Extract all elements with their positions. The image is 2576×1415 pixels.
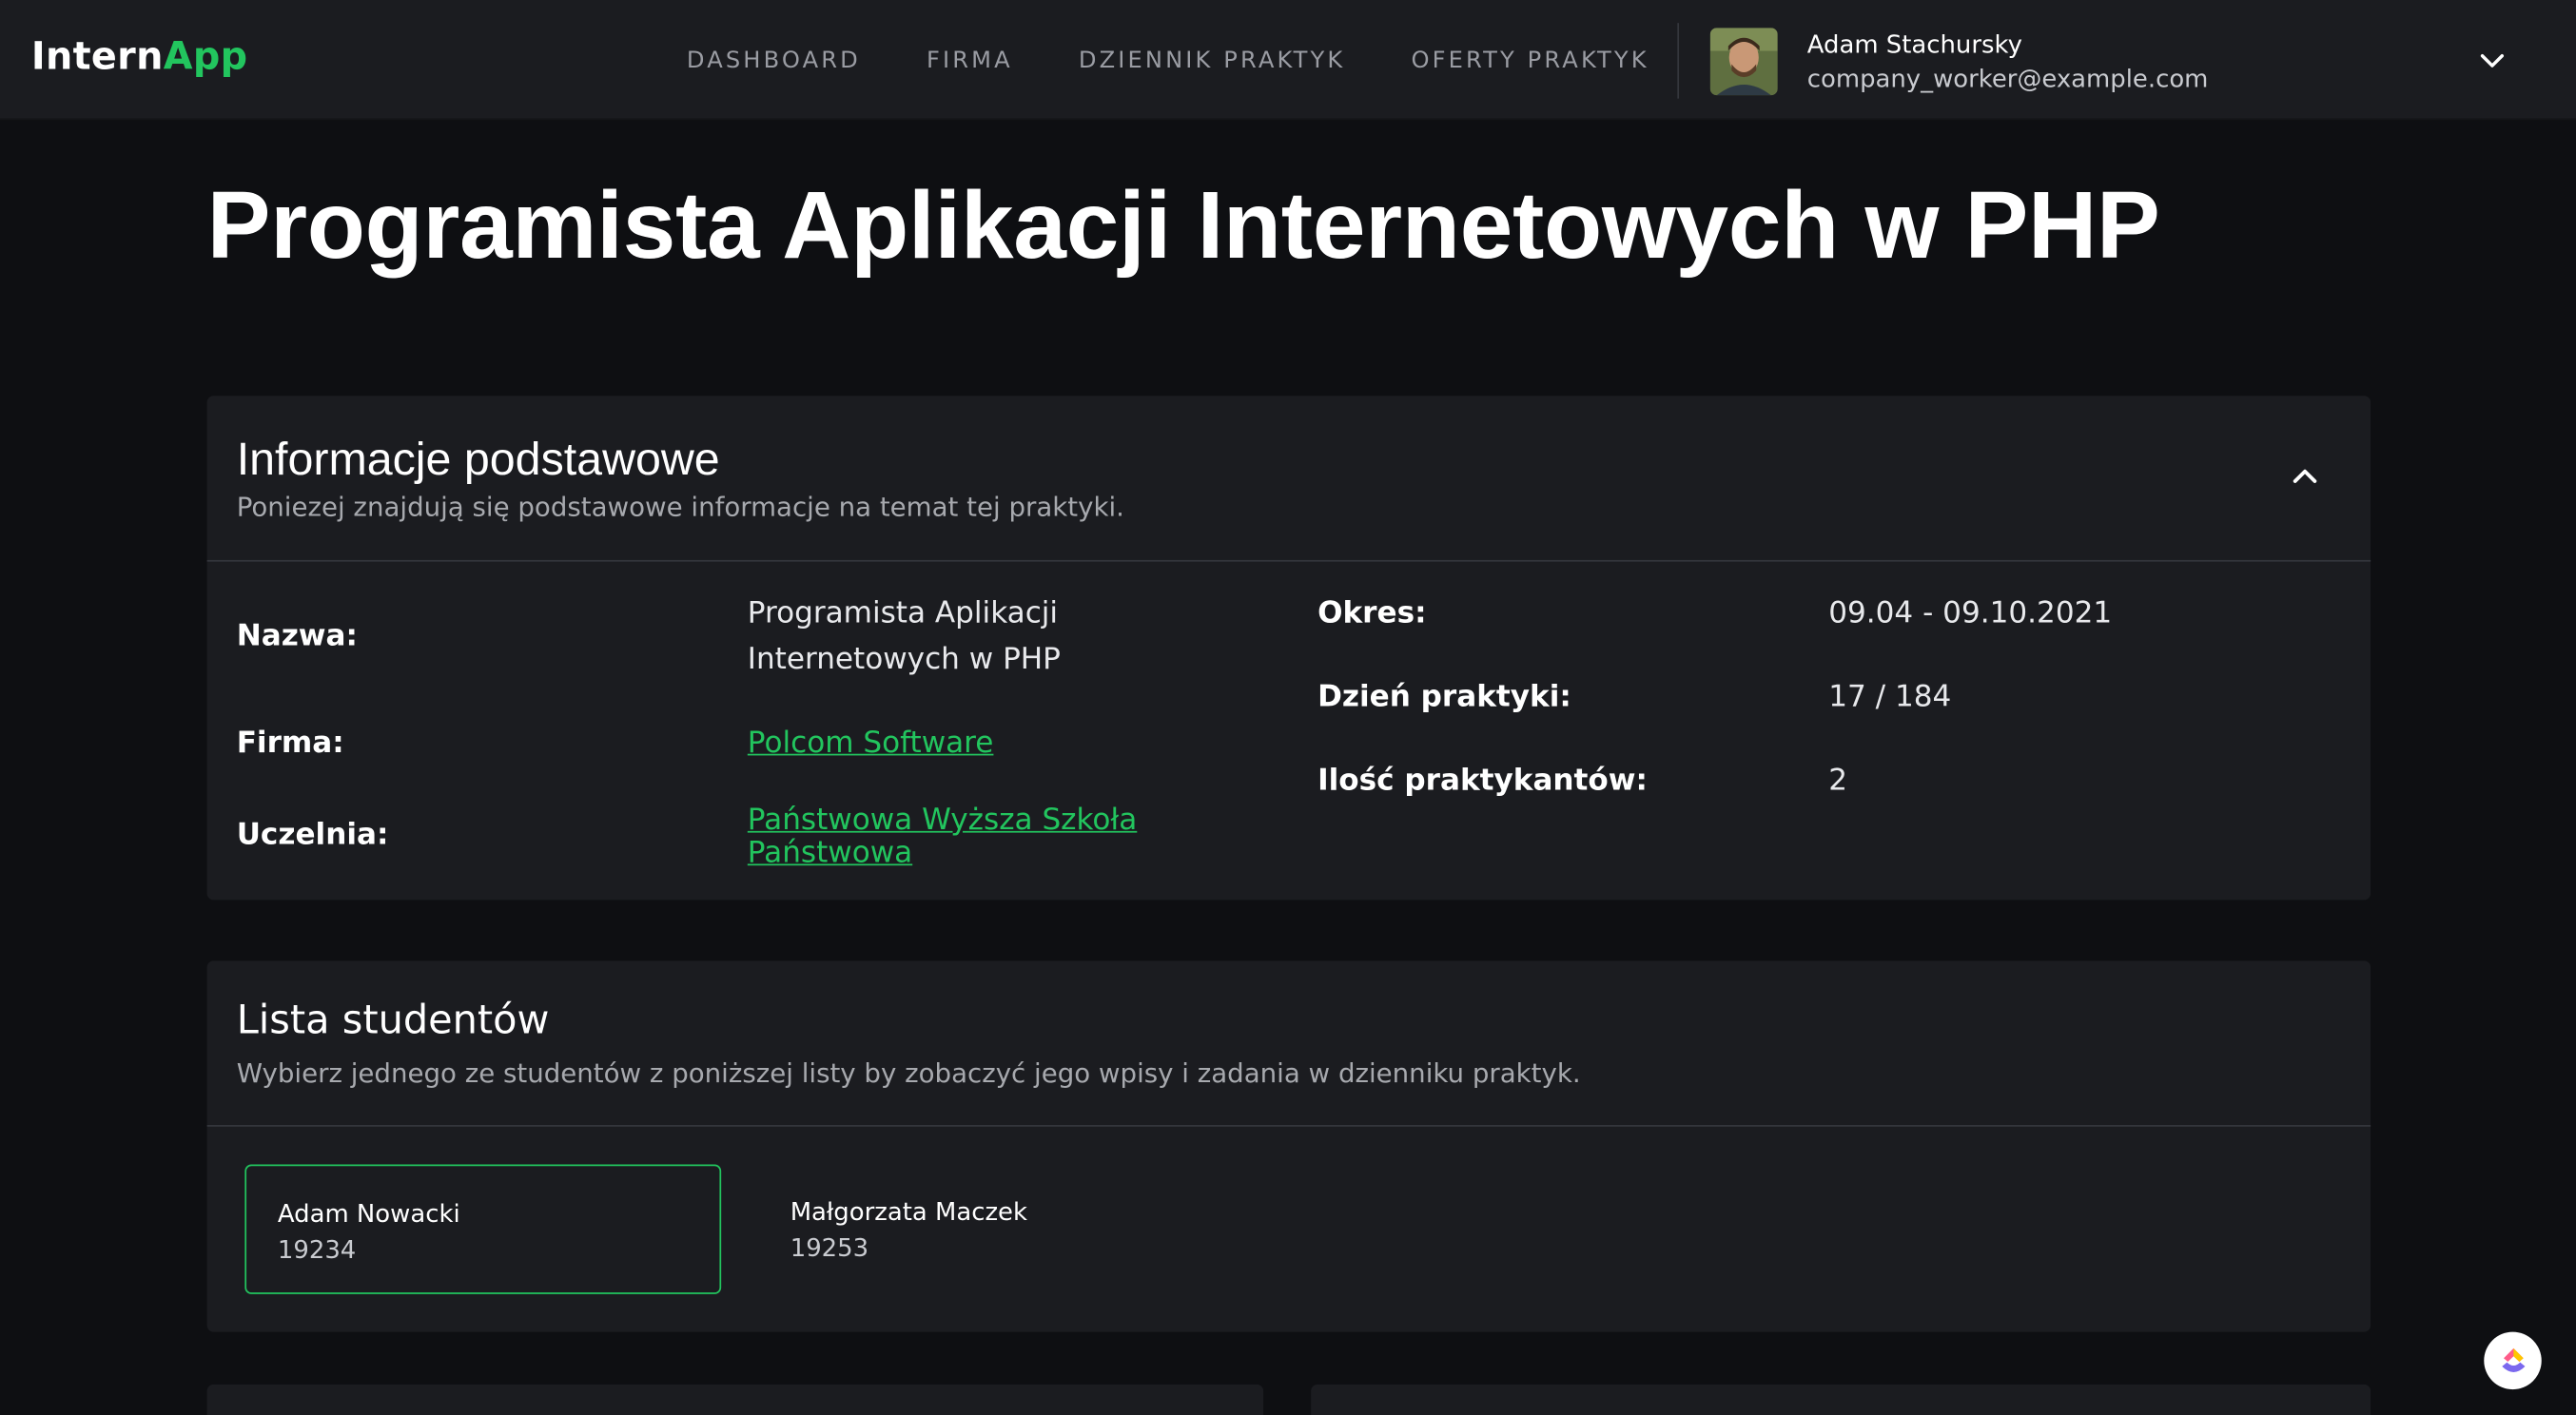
day-label: Dzień praktyki: bbox=[1317, 679, 1571, 715]
app-logo[interactable]: InternApp bbox=[31, 36, 248, 79]
lower-left-card bbox=[206, 1384, 1264, 1415]
lower-right-card bbox=[1311, 1384, 2371, 1415]
user-avatar[interactable] bbox=[1709, 28, 1778, 96]
name-label: Nazwa: bbox=[236, 619, 358, 654]
name-value-line1: Programista Aplikacji bbox=[747, 595, 1059, 631]
students-card-subtitle: Wybierz jednego ze studentów z poniższej… bbox=[236, 1057, 1581, 1090]
period-label: Okres: bbox=[1317, 595, 1427, 631]
period-value: 09.04 - 09.10.2021 bbox=[1828, 595, 2113, 631]
chevron-down-icon[interactable] bbox=[2477, 46, 2507, 75]
university-link-line1[interactable]: Państwowa Wyższa Szkoła bbox=[748, 804, 1137, 838]
students-card-title: Lista studentów bbox=[236, 997, 550, 1043]
info-card-header[interactable]: Informacje podstawowe Poniezej znajdują … bbox=[206, 396, 2371, 562]
logo-part-app: App bbox=[163, 35, 248, 79]
nav-firma[interactable]: FIRMA bbox=[927, 48, 1013, 74]
students-card-header: Lista studentów Wybierz jednego ze stude… bbox=[206, 960, 2371, 1127]
company-label: Firma: bbox=[236, 726, 344, 761]
top-navbar: InternApp DASHBOARD FIRMA DZIENNIK PRAKT… bbox=[0, 0, 2576, 121]
main-nav: DASHBOARD FIRMA DZIENNIK PRAKTYK OFERTY … bbox=[687, 48, 1649, 74]
info-card-subtitle: Poniezej znajdują się podstawowe informa… bbox=[236, 491, 1124, 523]
nav-divider bbox=[1677, 23, 1680, 99]
logo-part-intern: Intern bbox=[30, 35, 164, 79]
name-value-line2: Internetowych w PHP bbox=[747, 642, 1061, 677]
university-label: Uczelnia: bbox=[236, 818, 389, 853]
interns-value: 2 bbox=[1828, 764, 1847, 799]
day-value: 17 / 184 bbox=[1828, 679, 1952, 715]
nav-oferty-praktyk[interactable]: OFERTY PRAKTYK bbox=[1411, 48, 1649, 74]
student-card[interactable]: Małgorzata Maczek 19253 bbox=[759, 1164, 1236, 1293]
student-card[interactable]: Adam Nowacki 19234 bbox=[244, 1164, 722, 1294]
info-card-title: Informacje podstawowe bbox=[236, 433, 720, 485]
university-link-line2[interactable]: Państwowa bbox=[748, 837, 1137, 871]
company-link[interactable]: Polcom Software bbox=[748, 727, 994, 761]
info-card: Informacje podstawowe Poniezej znajdują … bbox=[206, 396, 2371, 901]
user-email: company_worker@example.com bbox=[1806, 64, 2209, 94]
user-name: Adam Stachursky bbox=[1806, 29, 2022, 60]
student-id: 19253 bbox=[790, 1233, 869, 1264]
page: InternApp DASHBOARD FIRMA DZIENNIK PRAKT… bbox=[0, 0, 2576, 1415]
university-link[interactable]: Państwowa Wyższa Szkoła Państwowa bbox=[748, 804, 1137, 870]
name-value: Programista Aplikacji Internetowych w PH… bbox=[748, 591, 1061, 684]
interns-label: Ilość praktykantów: bbox=[1317, 764, 1648, 799]
chevron-up-icon[interactable] bbox=[2287, 458, 2323, 494]
nav-dziennik-praktyk[interactable]: DZIENNIK PRAKTYK bbox=[1079, 48, 1346, 74]
nav-dashboard[interactable]: DASHBOARD bbox=[687, 48, 861, 74]
students-card: Lista studentów Wybierz jednego ze stude… bbox=[206, 960, 2371, 1332]
clickup-logo-icon[interactable] bbox=[2484, 1331, 2542, 1390]
page-title: Programista Aplikacji Internetowych w PH… bbox=[206, 172, 2160, 280]
student-name: Adam Nowacki bbox=[277, 1198, 460, 1229]
avatar-photo-icon bbox=[1709, 28, 1778, 96]
student-id: 19234 bbox=[277, 1234, 357, 1265]
student-name: Małgorzata Maczek bbox=[790, 1197, 1027, 1228]
